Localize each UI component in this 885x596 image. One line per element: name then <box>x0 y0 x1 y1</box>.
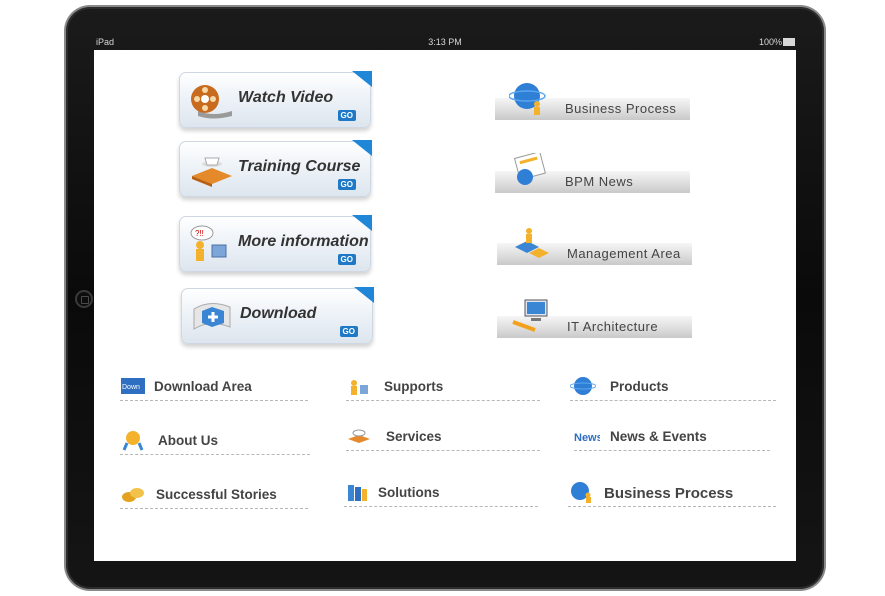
link-label: About Us <box>158 433 218 448</box>
link-about-us[interactable]: About Us <box>120 428 310 455</box>
go-badge: GO <box>339 326 358 337</box>
link-label: Services <box>386 429 442 444</box>
status-bar: iPad 3:13 PM 100% <box>94 34 796 49</box>
download-box-icon: Down <box>121 378 145 394</box>
download-button[interactable]: Download GO <box>181 287 374 344</box>
film-reel-icon <box>191 85 232 119</box>
corner-flag-icon <box>354 287 374 303</box>
link-label: Download Area <box>154 379 252 394</box>
link-supports[interactable]: Supports <box>346 374 540 401</box>
link-successful-stories[interactable]: Successful Stories <box>120 482 308 509</box>
training-course-label: Training Course <box>238 158 361 175</box>
newspaper-globe-icon <box>513 153 546 185</box>
link-download-area[interactable]: Down Download Area <box>120 374 308 401</box>
news-icon: News <box>574 432 600 444</box>
award-icon <box>122 431 144 451</box>
svg-text:Down: Down <box>122 384 140 391</box>
globe-icon <box>570 377 596 395</box>
link-label: Business Process <box>604 485 734 502</box>
link-solutions[interactable]: Solutions <box>344 480 538 507</box>
link-services[interactable]: Services <box>346 424 540 451</box>
business-process-banner-label: Business Process <box>565 101 677 116</box>
support-people-icon <box>351 380 368 395</box>
clock: 3:13 PM <box>428 37 462 47</box>
home-button[interactable] <box>75 290 93 308</box>
globe-people-icon <box>509 83 546 115</box>
link-business-process[interactable]: Business Process <box>568 480 776 507</box>
management-area-banner[interactable]: Management Area <box>497 225 692 265</box>
corner-flag-icon <box>352 215 372 231</box>
question-person-icon: ?!! <box>190 225 227 261</box>
bpm-news-banner-label: BPM News <box>565 174 634 189</box>
more-information-label: More information <box>238 233 369 250</box>
go-badge: GO <box>337 179 356 190</box>
coins-icon <box>122 488 144 502</box>
svg-text:News: News <box>574 432 600 444</box>
link-label: Successful Stories <box>156 487 277 502</box>
link-label: News & Events <box>610 429 707 444</box>
svg-text:?!!: ?!! <box>195 229 204 238</box>
download-scroll-icon <box>193 303 231 330</box>
download-label: Download <box>240 305 317 322</box>
battery-icon <box>783 38 795 46</box>
more-information-button[interactable]: ?!! More information GO <box>179 215 372 272</box>
book-coffee-icon <box>192 157 232 187</box>
link-label: Solutions <box>378 485 440 500</box>
computer-tools-icon <box>512 299 548 332</box>
corner-flag-icon <box>352 140 372 156</box>
link-label: Supports <box>384 379 444 394</box>
books-icon <box>348 485 367 501</box>
it-architecture-banner-label: IT Architecture <box>567 319 659 334</box>
it-architecture-banner[interactable]: IT Architecture <box>497 298 692 338</box>
go-badge: GO <box>337 110 356 121</box>
bpm-news-banner[interactable]: BPM News <box>495 153 690 193</box>
globe-person-icon <box>571 482 591 503</box>
link-products[interactable]: Products <box>570 374 776 401</box>
battery-label: 100% <box>758 37 782 47</box>
management-area-banner-label: Management Area <box>567 246 681 261</box>
training-course-button[interactable]: Training Course GO <box>179 140 372 197</box>
go-badge: GO <box>337 254 356 265</box>
link-label: Products <box>610 379 669 394</box>
service-tray-icon <box>348 429 370 443</box>
business-process-banner[interactable]: Business Process <box>495 80 690 120</box>
watch-video-label: Watch Video <box>238 89 334 106</box>
screen: Watch Video GO Training Course GO ?!! Mo… <box>94 50 796 561</box>
corner-flag-icon <box>352 71 372 87</box>
link-news-events[interactable]: News News & Events <box>574 424 770 451</box>
blocks-people-icon <box>515 228 549 258</box>
watch-video-button[interactable]: Watch Video GO <box>179 71 372 128</box>
